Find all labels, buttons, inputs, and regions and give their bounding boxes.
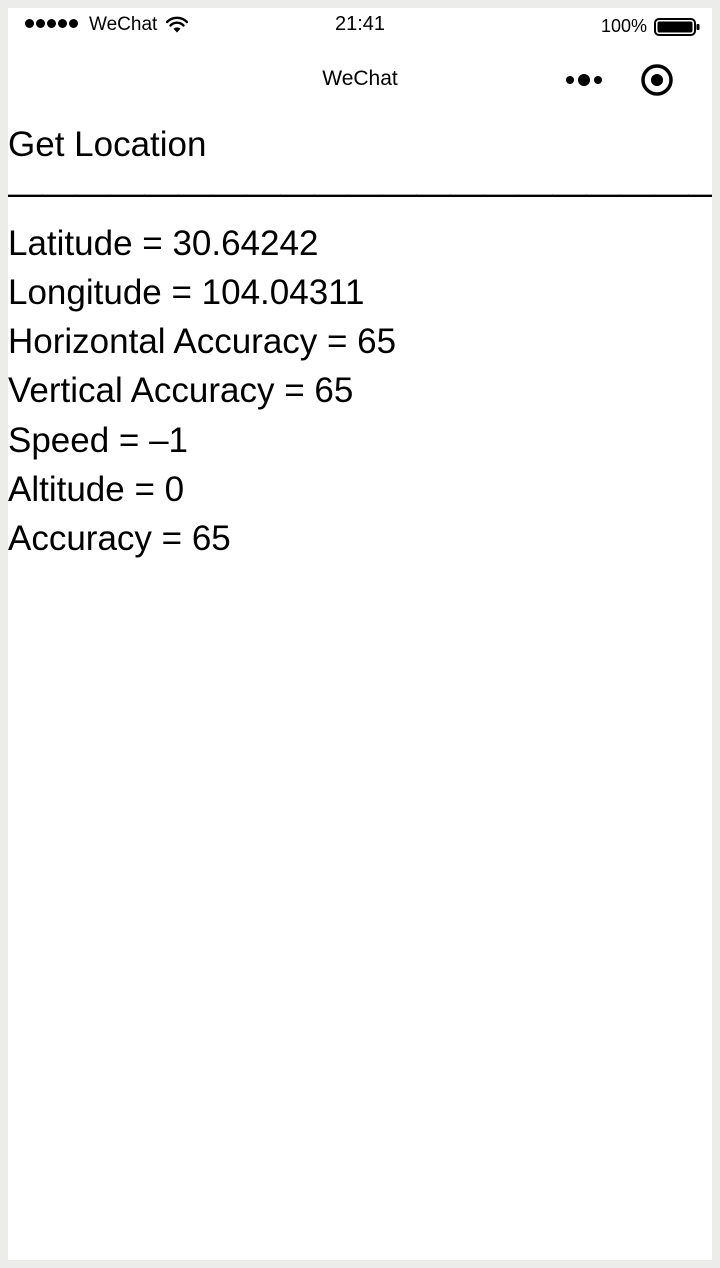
altitude-line: Altitude = 0 <box>8 470 185 510</box>
more-dots-icon-center <box>578 74 590 86</box>
vertical-accuracy-line: Vertical Accuracy = 65 <box>8 371 354 411</box>
text-divider: —————————————————————— <box>8 174 712 214</box>
more-options-button[interactable] <box>558 62 610 98</box>
speed-line: Speed = –1 <box>8 420 189 460</box>
status-bar: WeChat 21:41 100% <box>8 8 712 42</box>
navigation-bar: WeChat <box>8 42 712 116</box>
battery-percentage: 100% <box>600 16 647 36</box>
more-dots-icon-right <box>594 76 602 84</box>
location-output: Get Location —————————————————————— Lati… <box>8 120 712 564</box>
latitude-line: Latitude = 30.64242 <box>8 223 319 263</box>
horizontal-accuracy-line: Horizontal Accuracy = 65 <box>8 322 397 362</box>
longitude-line: Longitude = 104.04311 <box>8 272 365 312</box>
page-heading: Get Location <box>8 125 207 164</box>
more-dots-icon <box>566 76 574 84</box>
close-miniprogram-button[interactable] <box>634 62 680 98</box>
accuracy-line: Accuracy = 65 <box>8 519 231 559</box>
phone-screen: WeChat 21:41 100% WeChat Get Location ——… <box>8 8 712 1260</box>
battery-icon <box>654 18 700 36</box>
